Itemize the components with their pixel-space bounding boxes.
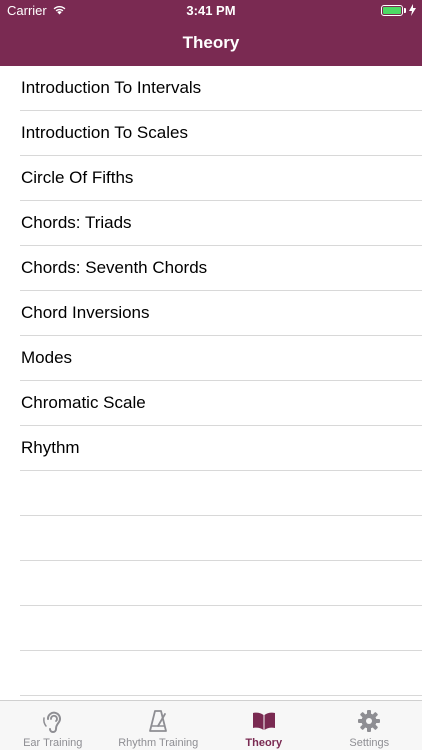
list-item-label: Introduction To Intervals bbox=[21, 78, 202, 97]
tab-label: Rhythm Training bbox=[118, 737, 199, 749]
list-item-label: Rhythm bbox=[21, 438, 80, 457]
list-item[interactable]: Rhythm bbox=[0, 426, 422, 471]
list-item[interactable]: Circle Of Fifths bbox=[0, 156, 422, 201]
tab-bar: Ear Training Rhythm Training Theory Sett… bbox=[0, 700, 422, 750]
empty-row bbox=[0, 606, 422, 651]
tab-label: Settings bbox=[349, 737, 390, 749]
list-item-label: Chord Inversions bbox=[21, 303, 150, 322]
tab-label: Theory bbox=[245, 737, 283, 749]
list-item-label: Chords: Triads bbox=[21, 213, 132, 232]
open-book-icon bbox=[252, 712, 275, 730]
list-item-label: Circle Of Fifths bbox=[21, 168, 134, 187]
tab-rhythm-training[interactable]: Rhythm Training bbox=[106, 701, 212, 750]
battery-icon bbox=[381, 5, 403, 16]
navigation-header: Carrier 3:41 PM Theory bbox=[0, 0, 422, 66]
list-item[interactable]: Chords: Seventh Chords bbox=[0, 246, 422, 291]
list-item[interactable]: Modes bbox=[0, 336, 422, 381]
tab-label: Ear Training bbox=[23, 737, 83, 749]
metronome-icon bbox=[149, 710, 168, 732]
empty-row bbox=[0, 651, 422, 696]
tab-ear-training[interactable]: Ear Training bbox=[0, 701, 106, 750]
battery-tip bbox=[404, 8, 406, 13]
empty-row bbox=[0, 516, 422, 561]
theory-list: Introduction To Intervals Introduction T… bbox=[0, 66, 422, 696]
list-item-label: Modes bbox=[21, 348, 73, 367]
list-item-label: Chords: Seventh Chords bbox=[21, 258, 208, 277]
gear-icon bbox=[358, 710, 381, 732]
page-title: Theory bbox=[182, 33, 240, 52]
empty-row bbox=[0, 561, 422, 606]
list-item-label: Introduction To Scales bbox=[21, 123, 188, 142]
list-item[interactable]: Chord Inversions bbox=[0, 291, 422, 336]
list-item[interactable]: Introduction To Intervals bbox=[0, 66, 422, 111]
list-item[interactable]: Introduction To Scales bbox=[0, 111, 422, 156]
list-item[interactable]: Chords: Triads bbox=[0, 201, 422, 246]
status-time: 3:41 PM bbox=[186, 3, 236, 18]
list-item[interactable]: Chromatic Scale bbox=[0, 381, 422, 426]
status-bar: Carrier 3:41 PM bbox=[0, 0, 422, 22]
ear-icon bbox=[42, 711, 61, 733]
tab-theory[interactable]: Theory bbox=[211, 701, 317, 750]
charging-bolt-icon bbox=[409, 4, 416, 16]
tab-settings[interactable]: Settings bbox=[317, 701, 422, 750]
list-item-label: Chromatic Scale bbox=[21, 393, 146, 412]
empty-row bbox=[0, 471, 422, 516]
